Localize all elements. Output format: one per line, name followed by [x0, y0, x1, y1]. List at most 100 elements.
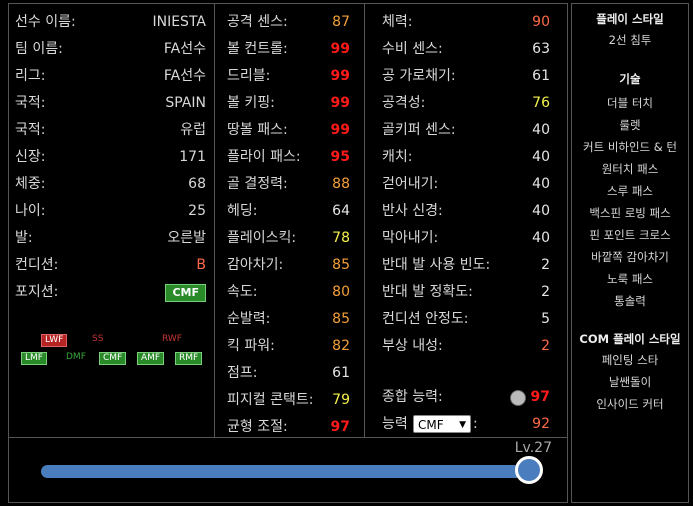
- profile-value: B: [196, 257, 206, 273]
- stat-row: 헤딩: 64: [227, 201, 350, 221]
- level-slider-thumb[interactable]: [515, 456, 543, 484]
- skill-item: 백스핀 로빙 패스: [589, 206, 671, 220]
- profile-value: 171: [179, 149, 206, 165]
- column-divider: [364, 4, 365, 437]
- position-marker: RMF: [175, 352, 203, 365]
- stat-value: 99: [330, 68, 350, 84]
- stat-label: 볼 컨트롤:: [227, 41, 288, 57]
- stat-value: 99: [330, 95, 350, 111]
- stat-label: 수비 센스:: [382, 41, 443, 57]
- profile-value: 오른발: [167, 230, 206, 246]
- profile-value: 25: [188, 203, 206, 219]
- column-divider: [214, 4, 215, 437]
- overall-label: 종합 능력:: [382, 389, 443, 405]
- stat-row: 볼 컨트롤: 99: [227, 39, 350, 59]
- stat-label: 부상 내성:: [382, 338, 443, 354]
- stat-label: 땅볼 패스:: [227, 122, 288, 138]
- stat-value: 40: [532, 203, 550, 219]
- stat-row: 공 가로채기: 61: [382, 66, 550, 86]
- stat-value: 2: [541, 284, 550, 300]
- position-select[interactable]: CMF ▼: [413, 415, 471, 433]
- stat-value: 80: [332, 284, 350, 300]
- profile-label: 선수 이름:: [15, 14, 76, 30]
- profile-value: SPAIN: [165, 95, 206, 111]
- stat-value: 63: [532, 41, 550, 57]
- stat-value: 85: [332, 257, 350, 273]
- stat-label: 킥 파워:: [227, 338, 275, 354]
- stat-row: 공격 센스: 87: [227, 12, 350, 32]
- stat-row: 부상 내성: 2: [382, 336, 550, 356]
- stat-label: 공 가로채기:: [382, 68, 456, 84]
- stat-label: 볼 키핑:: [227, 95, 275, 111]
- skill-item: 룰렛: [619, 118, 641, 132]
- stat-value: 2: [541, 257, 550, 273]
- profile-row: 컨디션: B: [15, 255, 206, 275]
- stat-label: 컨디션 안정도:: [382, 311, 469, 327]
- com-style-item: 인사이드 커터: [596, 397, 664, 411]
- stat-label: 막아내기:: [382, 230, 439, 246]
- stat-row: 걷어내기: 40: [382, 174, 550, 194]
- stat-value: 40: [532, 230, 550, 246]
- stat-row: 반사 신경: 40: [382, 201, 550, 221]
- stat-row: 감아차기: 85: [227, 255, 350, 275]
- stat-row: 점프: 61: [227, 363, 350, 383]
- stat-label: 캐치:: [382, 149, 413, 165]
- skills-header: 기술: [619, 72, 641, 86]
- stat-row: 골키퍼 센스: 40: [382, 120, 550, 140]
- stat-value: 61: [532, 68, 550, 84]
- stat-label: 헤딩:: [227, 203, 258, 219]
- profile-label: 체중:: [15, 176, 46, 192]
- medal-icon: [510, 390, 526, 406]
- stat-row: 캐치: 40: [382, 147, 550, 167]
- stat-label: 반대 발 사용 빈도:: [382, 257, 491, 273]
- profile-row: 체중: 68: [15, 174, 206, 194]
- level-slider-track[interactable]: [41, 465, 529, 478]
- position-marker: AMF: [137, 352, 165, 365]
- play-style-value: 2선 침투: [608, 33, 652, 47]
- stat-value: 2: [541, 338, 550, 354]
- stat-value: 82: [332, 338, 350, 354]
- com-style-item: 페인팅 스타: [601, 353, 659, 367]
- stat-label: 플레이스킥:: [227, 230, 297, 246]
- stat-label: 균형 조절:: [227, 419, 288, 435]
- stat-value: 87: [332, 14, 350, 30]
- player-stats-panel: 선수 이름: INIESTA 팀 이름: FA선수 리그: FA선수 국적: SPAIN 국적:…: [8, 3, 568, 503]
- stat-value: 61: [332, 365, 350, 381]
- stat-value: 5: [541, 311, 550, 327]
- profile-row: 나이: 25: [15, 201, 206, 221]
- skill-item: 스루 패스: [607, 184, 653, 198]
- stat-row: 플라이 패스: 95: [227, 147, 350, 167]
- profile-row: 발: 오른발: [15, 228, 206, 248]
- profile-label: 컨디션:: [15, 257, 59, 273]
- stat-row: 수비 센스: 63: [382, 39, 550, 59]
- stat-row: 공격성: 76: [382, 93, 550, 113]
- stat-label: 골 결정력:: [227, 176, 288, 192]
- stat-value: 64: [332, 203, 350, 219]
- stat-label: 골키퍼 센스:: [382, 122, 456, 138]
- profile-row: 국적: 유럽: [15, 120, 206, 140]
- position-marker: LWF: [41, 334, 68, 347]
- stat-value: 95: [330, 149, 350, 165]
- skill-item: 통솔력: [614, 294, 646, 308]
- profile-value: FA선수: [163, 41, 206, 57]
- stat-row: 골 결정력: 88: [227, 174, 350, 194]
- profile-value: INIESTA: [152, 14, 206, 30]
- stat-row: 드리블: 99: [227, 66, 350, 86]
- position-marker: DMF: [66, 352, 86, 362]
- stat-row: 볼 키핑: 99: [227, 93, 350, 113]
- stat-label: 드리블:: [227, 68, 271, 84]
- profile-label: 국적:: [15, 95, 46, 111]
- stat-value: 85: [332, 311, 350, 327]
- stat-row: 순발력: 85: [227, 309, 350, 329]
- stat-label: 점프:: [227, 365, 258, 381]
- level-label: Lv.27: [514, 440, 552, 456]
- position-rating-row: 능력 CMF ▼ : 92: [382, 414, 550, 434]
- position-map: LWF SS RWF LMF DMF CMF AMF RMF: [19, 334, 209, 374]
- stat-value: 40: [532, 149, 550, 165]
- profile-value: 유럽: [180, 122, 206, 138]
- stat-label: 반사 신경:: [382, 203, 443, 219]
- skill-item: 핀 포인트 크로스: [589, 228, 671, 242]
- profile-label: 팀 이름:: [15, 41, 63, 57]
- stat-value: 99: [330, 122, 350, 138]
- stat-label: 공격 센스:: [227, 14, 288, 30]
